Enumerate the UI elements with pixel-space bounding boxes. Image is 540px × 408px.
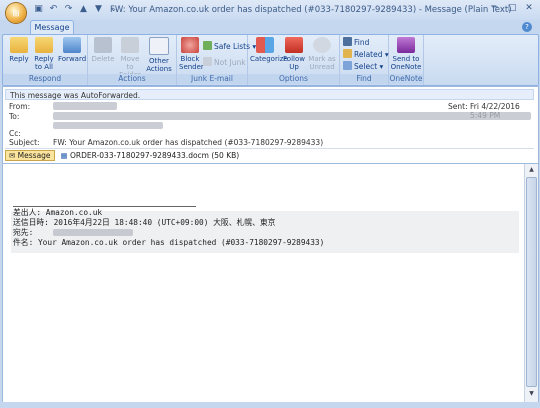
help-icon[interactable]: ?: [522, 22, 532, 32]
message-attachment-tab[interactable]: ✉ Message: [5, 150, 55, 161]
maximize-icon[interactable]: □: [505, 2, 519, 14]
title-bar: ⊞ ▣ ↶ ↷ ▲ ▼ ⌄ FW: Your Amazon.co.uk orde…: [0, 0, 540, 23]
send-to-onenote-button[interactable]: Send to OneNote: [390, 37, 422, 71]
group-label-options: Options: [248, 74, 339, 84]
group-find: Find Related ▾ Select ▾ Find: [340, 35, 389, 85]
find-button[interactable]: Find: [343, 37, 369, 47]
quick-access-toolbar: ▣ ↶ ↷ ▲ ▼ ⌄: [33, 4, 119, 15]
info-bar: This message was AutoForwarded.: [5, 89, 534, 100]
onenote-icon: [397, 37, 415, 53]
vertical-scrollbar[interactable]: ▲ ▼: [524, 164, 538, 402]
cc-label: Cc:: [9, 129, 21, 138]
body-date-line: 送信日時: 2016年4月22日 18:48:40 (UTC+09:00) 大阪…: [13, 218, 276, 227]
select-icon: [343, 61, 352, 70]
window-bottom-edge: [0, 402, 540, 408]
from-label: From:: [9, 102, 31, 111]
forward-icon: [63, 37, 81, 53]
categorize-button[interactable]: Categorize: [250, 37, 288, 63]
outlook-message-window: ⊞ ▣ ↶ ↷ ▲ ▼ ⌄ FW: Your Amazon.co.uk orde…: [0, 0, 540, 408]
window-title: FW: Your Amazon.co.uk order has dispatch…: [110, 5, 512, 15]
forward-separator-line: [13, 206, 196, 207]
reply-all-button[interactable]: Reply to All: [32, 37, 56, 71]
move-to-folder-button[interactable]: Move to Folder: [116, 37, 144, 79]
ribbon-tab-bar: Message ?: [0, 20, 540, 35]
body-to-redacted: [53, 229, 133, 236]
scroll-up-icon[interactable]: ▲: [526, 166, 537, 176]
follow-up-flag-icon: [285, 37, 303, 53]
group-label-find: Find: [340, 74, 388, 84]
select-button[interactable]: Select ▾: [343, 61, 383, 71]
forwarded-header-text: 差出人: Amazon.co.uk 送信日時: 2016年4月22日 18:48…: [13, 208, 324, 248]
office-logo-icon: ⊞: [12, 8, 20, 18]
down-arrow-icon[interactable]: ▼: [93, 4, 104, 15]
reply-button[interactable]: Reply: [7, 37, 31, 63]
not-junk-button[interactable]: Not Junk: [203, 57, 246, 67]
office-button[interactable]: ⊞: [6, 3, 26, 23]
other-actions-button[interactable]: Other Actions: [144, 37, 174, 73]
scroll-down-icon[interactable]: ▼: [526, 390, 537, 400]
block-sender-button[interactable]: Block Sender: [179, 37, 204, 71]
group-onenote: Send to OneNote OneNote: [389, 35, 424, 85]
sent-label: Sent:: [448, 102, 468, 111]
up-arrow-icon[interactable]: ▲: [78, 4, 89, 15]
ribbon: Reply Reply to All Forward Respond Delet…: [2, 34, 539, 86]
group-junk: Block Sender Safe Lists ▾ Not Junk Junk …: [177, 35, 256, 85]
from-value-redacted: [53, 102, 117, 110]
undo-icon[interactable]: ↶: [48, 4, 59, 15]
related-icon: [343, 49, 352, 58]
categorize-icon: [256, 37, 274, 53]
body-subject-line: 件名: Your Amazon.co.uk order has dispatch…: [13, 238, 325, 247]
message-body[interactable]: 差出人: Amazon.co.uk 送信日時: 2016年4月22日 18:48…: [2, 163, 539, 403]
group-label-onenote: OneNote: [389, 74, 423, 84]
safe-lists-icon: [203, 41, 212, 50]
minimize-icon[interactable]: ─: [488, 2, 502, 14]
group-actions: Delete Move to Folder Other Actions Acti…: [88, 35, 177, 85]
mark-unread-icon: [313, 37, 331, 53]
scroll-thumb[interactable]: [526, 177, 537, 387]
word-doc-icon: ▦: [60, 151, 68, 160]
group-respond: Reply Reply to All Forward Respond: [3, 35, 88, 85]
delete-button[interactable]: Delete: [90, 37, 116, 63]
body-from-line: 差出人: Amazon.co.uk: [13, 208, 103, 217]
reply-icon: [10, 37, 28, 53]
mark-unread-button[interactable]: Mark as Unread: [308, 37, 336, 71]
binoculars-icon: [343, 37, 352, 46]
related-button[interactable]: Related ▾: [343, 49, 389, 59]
tab-message[interactable]: Message: [30, 20, 74, 35]
subject-label: Subject:: [9, 138, 40, 147]
redo-icon[interactable]: ↷: [63, 4, 74, 15]
group-label-junk: Junk E-mail: [177, 74, 247, 84]
group-options: Categorize Follow Up Mark as Unread Opti…: [248, 35, 340, 85]
to-recipients-redacted: [53, 112, 531, 120]
not-junk-icon: [203, 57, 212, 66]
to-recipients-redacted-2: [53, 122, 163, 129]
message-header: This message was AutoForwarded. From: Se…: [2, 86, 539, 164]
delete-icon: [94, 37, 112, 53]
attachment-bar: ✉ Message ▦ ORDER-033-7180297-9289433.do…: [5, 150, 239, 161]
group-label-respond: Respond: [3, 74, 87, 84]
forward-button[interactable]: Forward: [58, 37, 86, 63]
follow-up-button[interactable]: Follow Up: [282, 37, 306, 71]
body-to-row: 宛先:: [13, 228, 324, 238]
body-to-line: 宛先:: [13, 228, 34, 237]
block-sender-icon: [181, 37, 199, 53]
to-label: To:: [9, 112, 20, 121]
subject-value: FW: Your Amazon.co.uk order has dispatch…: [53, 138, 324, 147]
move-folder-icon: [121, 37, 139, 53]
save-icon[interactable]: ▣: [33, 4, 44, 15]
header-divider: [5, 148, 534, 149]
close-icon[interactable]: ✕: [522, 2, 536, 14]
attachment-file[interactable]: ▦ ORDER-033-7180297-9289433.docm (50 KB): [61, 150, 240, 161]
reply-all-icon: [35, 37, 53, 53]
group-label-actions: Actions: [88, 74, 176, 84]
other-actions-icon: [149, 37, 169, 55]
